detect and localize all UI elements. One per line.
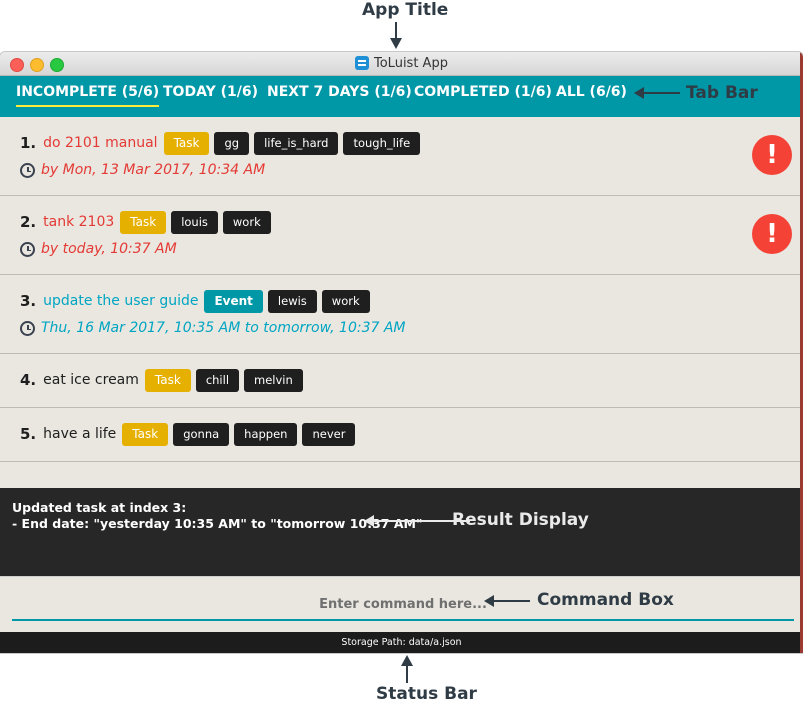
result-line-2: - End date: "yesterday 10:35 AM" to "tom… xyxy=(12,516,423,531)
result-line-1: Updated task at index 3: xyxy=(12,500,187,515)
item-date: Thu, 16 Mar 2017, 10:35 AM to tomorrow, … xyxy=(41,320,406,336)
tag: work xyxy=(222,210,271,234)
tag: louis xyxy=(171,210,218,234)
tag: chill xyxy=(195,368,240,392)
minimize-window-button[interactable] xyxy=(30,58,44,72)
item-name: tank 2103 xyxy=(43,214,115,230)
type-tag: Task xyxy=(144,368,191,392)
list-item[interactable]: 5. have a life Task gonna happen never xyxy=(0,408,803,462)
annotation-result-display: Result Display xyxy=(452,510,589,530)
alarm-clock-icon xyxy=(20,241,35,257)
annotation-app-title: App Title xyxy=(362,0,449,20)
command-input[interactable] xyxy=(12,589,794,621)
tag: never xyxy=(302,422,356,446)
tab-completed[interactable]: COMPLETED (1/6) xyxy=(414,84,552,100)
annotation-status-bar: Status Bar xyxy=(376,684,477,704)
list-item[interactable]: 3. update the user guide Event lewis wor… xyxy=(0,275,803,354)
window-title: ToLuist App xyxy=(374,56,448,71)
type-tag: Task xyxy=(120,210,167,234)
item-index: 4. xyxy=(20,371,37,389)
annotation-tab-bar: Tab Bar xyxy=(686,83,758,103)
item-name: eat ice cream xyxy=(43,372,139,388)
maximize-window-button[interactable] xyxy=(50,58,64,72)
tag: lewis xyxy=(267,289,317,313)
list-item[interactable]: 2. tank 2103 Task louis work by today, 1… xyxy=(0,196,803,275)
list-item[interactable]: 4. eat ice cream Task chill melvin xyxy=(0,354,803,408)
item-index: 5. xyxy=(20,425,37,443)
tag: happen xyxy=(234,422,298,446)
close-window-button[interactable] xyxy=(10,58,24,72)
item-index: 3. xyxy=(20,292,37,310)
annotation-command-box: Command Box xyxy=(537,590,674,610)
alarm-clock-icon xyxy=(20,162,35,178)
tab-today[interactable]: TODAY (1/6) xyxy=(163,84,258,100)
tag: melvin xyxy=(244,368,303,392)
command-box-arrow xyxy=(484,594,530,613)
app-window: ToLuist App INCOMPLETE (5/6) TODAY (1/6)… xyxy=(0,52,803,653)
list-item[interactable]: 1. do 2101 manual Task gg life_is_hard t… xyxy=(0,117,803,196)
tab-bar: INCOMPLETE (5/6) TODAY (1/6) NEXT 7 DAYS… xyxy=(0,76,803,117)
item-name: update the user guide xyxy=(43,293,199,309)
tab-next-7-days[interactable]: NEXT 7 DAYS (1/6) xyxy=(267,84,412,100)
item-index: 1. xyxy=(20,134,37,152)
tag: tough_life xyxy=(343,131,421,155)
overdue-alert-icon: ! xyxy=(752,135,792,175)
app-title-arrow xyxy=(389,22,403,55)
checklist-icon xyxy=(355,56,369,70)
item-date: by today, 10:37 AM xyxy=(41,241,177,257)
overdue-alert-icon: ! xyxy=(752,214,792,254)
alarm-clock-icon xyxy=(20,320,35,336)
tab-bar-arrow xyxy=(634,86,680,105)
item-date: by Mon, 13 Mar 2017, 10:34 AM xyxy=(41,162,266,178)
tag: life_is_hard xyxy=(254,131,339,155)
tab-incomplete[interactable]: INCOMPLETE (5/6) xyxy=(16,84,160,107)
command-box xyxy=(0,576,803,633)
tag: gonna xyxy=(173,422,230,446)
type-tag: Task xyxy=(122,422,169,446)
type-tag: Task xyxy=(163,131,210,155)
item-index: 2. xyxy=(20,213,37,231)
tag: gg xyxy=(214,131,250,155)
status-bar: Storage Path: data/a.json xyxy=(0,632,803,653)
item-name: do 2101 manual xyxy=(43,135,158,151)
tab-all[interactable]: ALL (6/6) xyxy=(556,84,627,100)
type-tag: Event xyxy=(204,289,263,313)
title-bar: ToLuist App xyxy=(0,52,803,76)
item-name: have a life xyxy=(43,426,117,442)
task-list: 1. do 2101 manual Task gg life_is_hard t… xyxy=(0,117,803,488)
tag: work xyxy=(321,289,370,313)
